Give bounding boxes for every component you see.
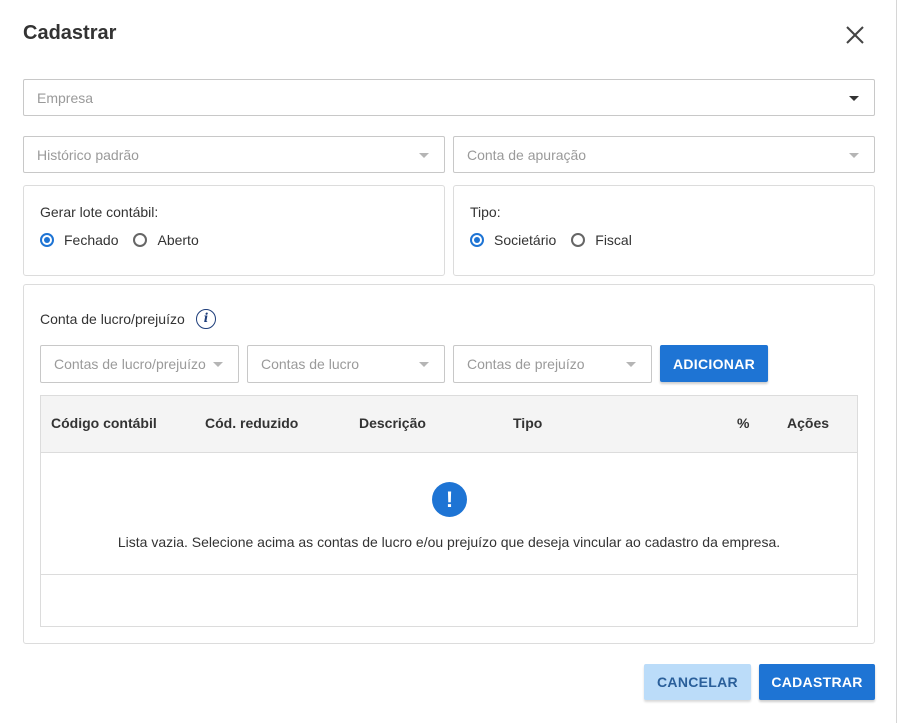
lote-label: Gerar lote contábil:	[40, 204, 159, 220]
empresa-placeholder: Empresa	[37, 89, 94, 106]
radio-fechado-label: Fechado	[64, 232, 119, 248]
lote-radio-group: Fechado Aberto	[40, 232, 214, 248]
historico-padrao-placeholder: Histórico padrão	[37, 146, 139, 163]
radio-fechado[interactable]: Fechado	[40, 232, 118, 248]
column-header: Descrição	[359, 415, 426, 431]
chevron-down-icon	[419, 362, 429, 367]
register-dialog: Cadastrar Empresa Histórico padrão Conta…	[0, 0, 897, 723]
chevron-down-icon	[626, 362, 636, 367]
tipo-label: Tipo:	[470, 204, 501, 220]
lote-panel: Gerar lote contábil: Fechado Aberto	[23, 185, 445, 276]
empty-state-row: ! Lista vazia. Selecione acima as contas…	[41, 453, 857, 575]
empty-message: Lista vazia. Selecione acima as contas d…	[117, 534, 781, 550]
alert-icon: !	[432, 482, 467, 517]
radio-aberto[interactable]: Aberto	[133, 232, 199, 248]
radio-unchecked-icon	[133, 233, 148, 247]
empresa-select[interactable]: Empresa	[23, 79, 875, 116]
table-header: Código contábil Cód. reduzido Descrição …	[41, 396, 857, 453]
conta-apuracao-placeholder: Conta de apuração	[467, 146, 587, 163]
tipo-panel: Tipo: Societário Fiscal	[453, 185, 875, 276]
chevron-down-icon	[849, 152, 859, 158]
radio-societario[interactable]: Societário	[470, 232, 556, 248]
radio-unchecked-icon	[571, 233, 586, 247]
column-header: Tipo	[513, 415, 543, 431]
chevron-down-icon	[419, 152, 429, 158]
contas-prejuizo-select[interactable]: Contas de prejuízo	[453, 345, 652, 383]
lucro-prejuizo-label: Conta de lucro/prejuízo	[40, 311, 185, 327]
chevron-down-icon	[849, 95, 859, 101]
historico-padrao-select[interactable]: Histórico padrão	[23, 136, 445, 173]
dialog-title: Cadastrar	[23, 22, 117, 44]
add-button[interactable]: ADICIONAR	[660, 345, 768, 382]
radio-societario-label: Societário	[494, 232, 557, 248]
conta-apuracao-select[interactable]: Conta de apuração	[453, 136, 875, 173]
radio-aberto-label: Aberto	[157, 232, 199, 248]
radio-fiscal-label: Fiscal	[595, 232, 632, 248]
column-header: %	[737, 415, 750, 431]
chevron-down-icon	[213, 362, 223, 367]
contas-lucro-placeholder: Contas de lucro	[261, 356, 360, 372]
column-header: Código contábil	[51, 415, 157, 431]
radio-checked-icon	[40, 233, 54, 247]
accounts-table: Código contábil Cód. reduzido Descrição …	[40, 395, 858, 627]
column-header: Cód. reduzido	[205, 415, 299, 431]
contas-lucro-prejuizo-placeholder: Contas de lucro/prejuízo	[54, 356, 206, 372]
tipo-radio-group: Societário Fiscal	[470, 232, 647, 248]
cancel-button[interactable]: CANCELAR	[644, 664, 751, 700]
column-header: Ações	[787, 415, 830, 431]
radio-checked-icon	[470, 233, 484, 247]
submit-button[interactable]: CADASTRAR	[759, 664, 875, 700]
contas-lucro-select[interactable]: Contas de lucro	[247, 345, 445, 383]
close-icon[interactable]	[842, 22, 868, 48]
radio-fiscal[interactable]: Fiscal	[571, 232, 632, 248]
contas-lucro-prejuizo-select[interactable]: Contas de lucro/prejuízo	[40, 345, 239, 383]
contas-prejuizo-placeholder: Contas de prejuízo	[467, 356, 585, 372]
info-icon[interactable]: i	[196, 309, 216, 329]
